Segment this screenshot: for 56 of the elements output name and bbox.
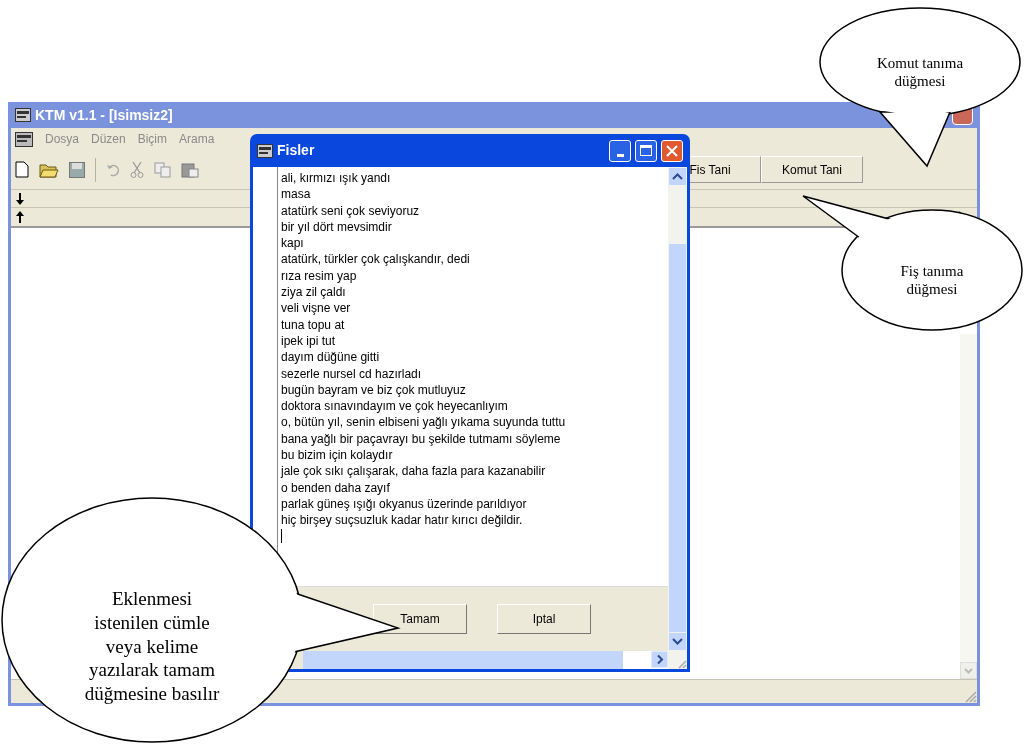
text-line: rıza resim yap [281, 267, 358, 285]
text-line: tuna topu at [281, 316, 346, 333]
minimize-button[interactable] [609, 139, 631, 162]
dialog-title: Fisler [277, 141, 315, 160]
text-line: ziya zil çaldı [281, 284, 347, 301]
text-line: o benden daha zayıf [281, 479, 391, 496]
scroll-thumb[interactable] [669, 244, 686, 632]
callout-text: Eklenmesi istenilen cümle veya kelime yazılarak tamam düğmesine basılır [83, 587, 221, 706]
close-icon[interactable] [666, 144, 678, 157]
text-line: jale çok sıkı çalışarak, daha fazla para kazanabilir [281, 463, 547, 480]
text-line: sezerle nursel cd hazırladı [281, 365, 423, 382]
copy-icon[interactable] [154, 161, 171, 178]
new-file-icon[interactable] [15, 161, 29, 178]
document-icon [15, 131, 33, 147]
text-line: atatürk, türkler çok çalışkandır, dedi [281, 251, 471, 268]
scissors-icon[interactable] [130, 161, 144, 178]
scroll-down-icon[interactable] [668, 632, 687, 651]
up-arrow-icon[interactable] [15, 211, 25, 223]
text-area[interactable] [253, 167, 668, 587]
callout-text: Fiş tanıma düğmesi [899, 261, 965, 299]
toolbar-button[interactable]: Komut Tani [761, 156, 863, 183]
paste-icon[interactable] [181, 161, 199, 178]
dialog-icon [257, 143, 273, 158]
text-line: kapı [281, 235, 305, 252]
maximize-button[interactable] [635, 139, 657, 162]
vertical-scrollbar[interactable] [668, 167, 687, 669]
callout-text: Komut tanıma düğmesi [875, 53, 965, 91]
close-button[interactable] [661, 139, 683, 162]
text-line: parlak güneş ışığı okyanus üzerinde parıldıyor [281, 495, 528, 513]
vertical-scrollbar[interactable] [960, 334, 977, 679]
open-folder-icon[interactable] [39, 161, 59, 178]
resize-grip-icon[interactable] [677, 659, 687, 669]
horizontal-scrollbar[interactable] [303, 651, 668, 669]
text-line: masa [281, 186, 312, 203]
save-icon[interactable] [69, 161, 85, 178]
window-title: KTM v1.1 - [Isimsiz2] [35, 105, 173, 125]
text-line: ipek ipi tut [281, 332, 337, 350]
text-line: o, bütün yıl, senin elbiseni yağlı yıkama suyunda tuttu [281, 414, 566, 431]
text-line: doktora sınavındayım ve çok heyecanlıyım [281, 398, 509, 415]
text-line: bu bizim için kolaydır [281, 447, 394, 464]
resize-grip-icon[interactable] [963, 689, 977, 703]
app-icon [15, 108, 31, 122]
text-line: dayım düğüne gitti [281, 349, 381, 366]
text-line: ali, kırmızı ışık yandı [281, 170, 392, 187]
text-line: atatürk seni çok seviyoruz [281, 202, 421, 219]
text-line: hiç birşey suçsuzluk kadar hatır kırıcı değildir. [281, 512, 524, 529]
dialog-button[interactable]: Iptal [497, 604, 591, 634]
scroll-up-icon[interactable] [668, 167, 687, 186]
text-line: bir yıl dört mevsimdir [281, 218, 393, 236]
dialog-button[interactable]: Tamam [373, 604, 467, 634]
down-arrow-icon[interactable] [15, 192, 25, 205]
scroll-right-icon[interactable] [651, 651, 668, 668]
text-line: bana yağlı bir paçavrayı bu şekilde tutmamı söyleme [281, 430, 562, 448]
text-line: bugün bayram ve biz çok mutluyuz [281, 381, 467, 399]
undo-icon[interactable] [106, 162, 120, 177]
text-line: veli vişne ver [281, 300, 352, 317]
